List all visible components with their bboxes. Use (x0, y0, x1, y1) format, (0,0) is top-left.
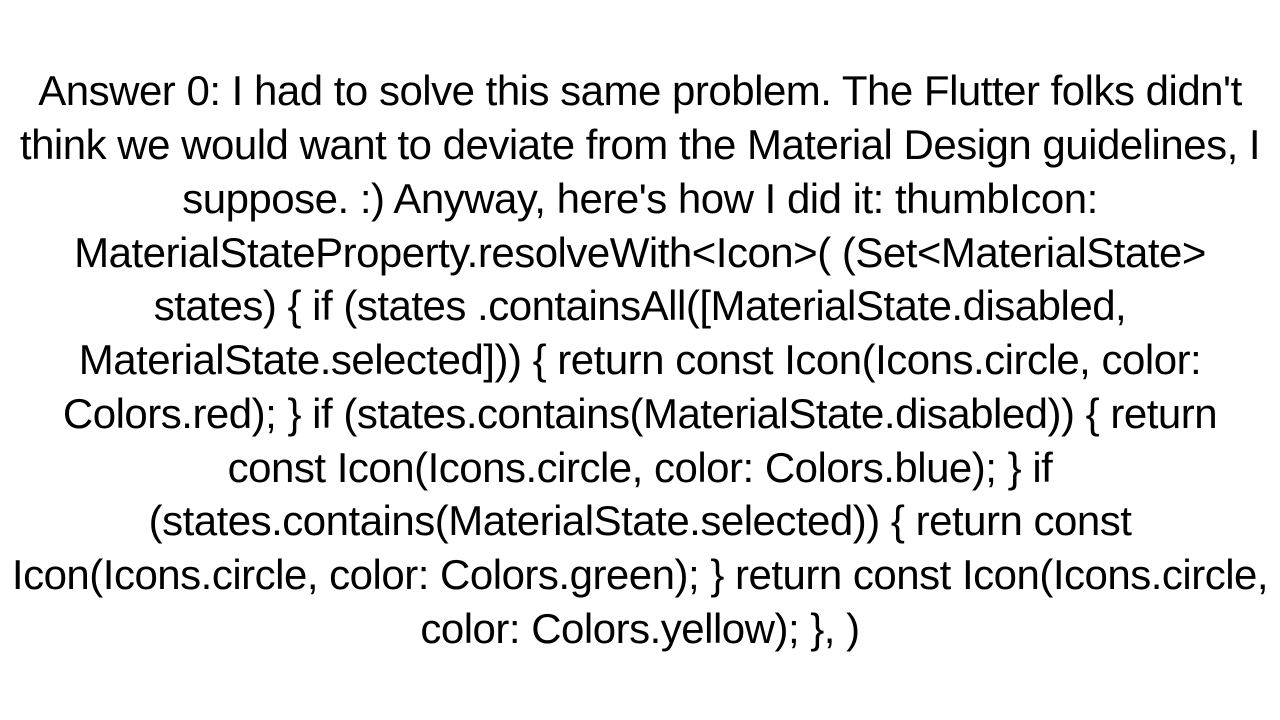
answer-text-block: Answer 0: I had to solve this same probl… (10, 64, 1270, 655)
